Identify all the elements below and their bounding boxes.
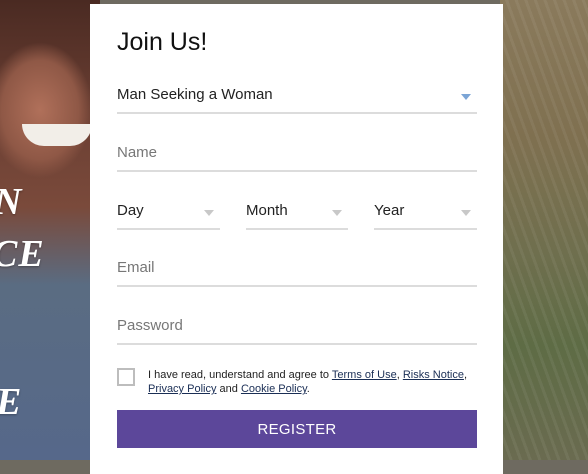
register-button[interactable]: REGISTER bbox=[117, 410, 477, 448]
background-text-line-1: N bbox=[0, 180, 22, 224]
background-text-line-2: CE bbox=[0, 233, 45, 275]
background-photo-foliage bbox=[500, 0, 588, 460]
seeking-select-value: Man Seeking a Woman bbox=[117, 86, 273, 103]
name-field[interactable]: Name bbox=[117, 138, 477, 172]
risks-notice-link[interactable]: Risks Notice bbox=[403, 369, 464, 381]
form-title: Join Us! bbox=[117, 28, 208, 56]
chevron-down-icon bbox=[461, 94, 471, 100]
chevron-down-icon bbox=[461, 210, 471, 216]
password-placeholder: Password bbox=[117, 317, 183, 334]
email-placeholder: Email bbox=[117, 259, 155, 276]
month-select[interactable]: Month bbox=[246, 196, 348, 230]
name-placeholder: Name bbox=[117, 144, 158, 161]
password-field[interactable]: Password bbox=[117, 311, 477, 345]
agreement-end: . bbox=[306, 383, 310, 395]
agreement-separator: , bbox=[463, 369, 467, 381]
agreement-and: and bbox=[219, 383, 238, 395]
year-select-value: Year bbox=[374, 202, 405, 219]
chevron-down-icon bbox=[332, 210, 342, 216]
chevron-down-icon bbox=[204, 210, 214, 216]
agreement-separator: , bbox=[396, 369, 400, 381]
day-select[interactable]: Day bbox=[117, 196, 220, 230]
year-select[interactable]: Year bbox=[374, 196, 477, 230]
agreement-text: I have read, understand and agree to Ter… bbox=[148, 368, 468, 396]
registration-form: Join Us! Man Seeking a Woman Name Day Mo… bbox=[90, 4, 503, 474]
agreement-prefix: I have read, understand and agree to bbox=[148, 369, 330, 381]
background-text-line-3: E bbox=[0, 380, 22, 424]
day-select-value: Day bbox=[117, 202, 144, 219]
month-select-value: Month bbox=[246, 202, 288, 219]
cookie-policy-link[interactable]: Cookie Policy bbox=[241, 383, 307, 395]
background-photo-smile bbox=[22, 124, 92, 146]
email-field[interactable]: Email bbox=[117, 253, 477, 287]
terms-of-use-link[interactable]: Terms of Use bbox=[332, 369, 397, 381]
privacy-policy-link[interactable]: Privacy Policy bbox=[148, 383, 216, 395]
seeking-select[interactable]: Man Seeking a Woman bbox=[117, 80, 477, 114]
agreement-checkbox[interactable] bbox=[117, 368, 135, 386]
